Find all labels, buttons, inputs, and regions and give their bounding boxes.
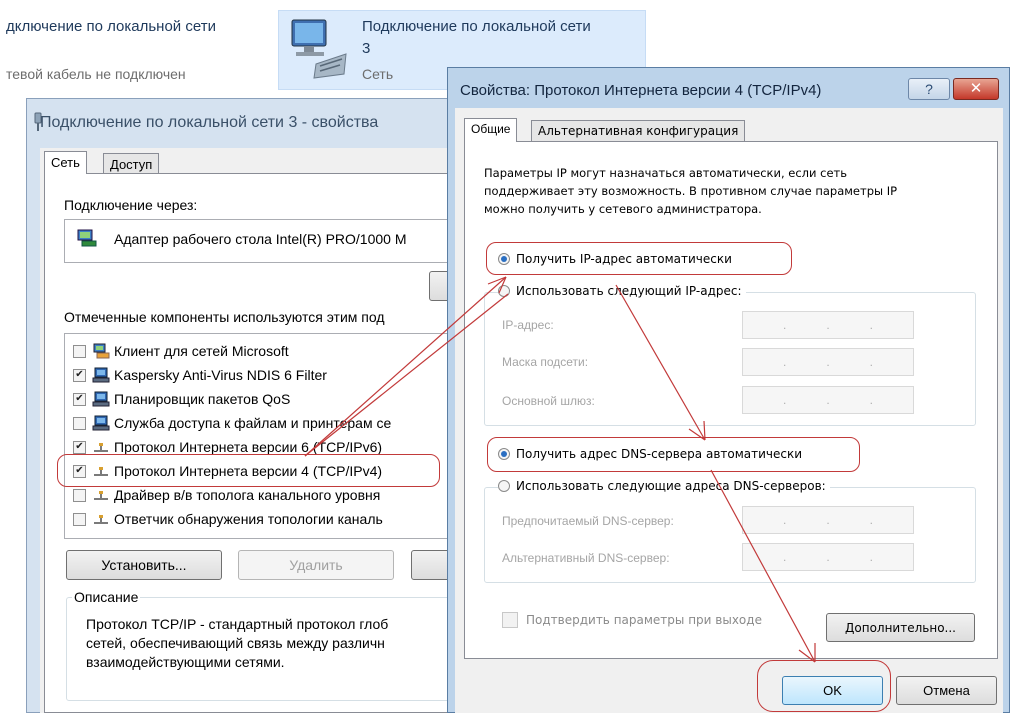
adapter-icon (77, 229, 97, 247)
tab-alternate-config[interactable]: Альтернативная конфигурация (531, 120, 746, 142)
connection-3-title: Подключение по локальной сети (362, 18, 591, 35)
radio-ip-manual-label: Использовать следующий IP-адрес: (516, 284, 742, 298)
ip-address-field: ... (742, 311, 914, 339)
help-button[interactable]: ? (908, 78, 950, 100)
component-label: Планировщик пакетов QoS (114, 391, 291, 407)
remove-button: Удалить (238, 550, 394, 580)
intro-text-1: Параметры IP могут назначаться автоматич… (484, 166, 848, 180)
tab-sharing[interactable]: Доступ (103, 153, 160, 174)
highlight-dns-auto (487, 437, 860, 472)
component-label: Служба доступа к файлам и принтерам се (114, 415, 392, 431)
preferred-dns-label: Предпочитаемый DNS-сервер: (502, 514, 674, 528)
tab-network[interactable]: Сеть (44, 151, 87, 174)
component-checkbox[interactable]: ✔ (73, 368, 86, 382)
gateway-label: Основной шлюз: (502, 394, 595, 408)
connection-3-title-number: 3 (362, 40, 371, 57)
protocol-icon (94, 491, 108, 500)
network-service-icon (92, 415, 110, 431)
dialog-title: Свойства: Протокол Интернета версии 4 (T… (460, 82, 822, 99)
tab-general[interactable]: Общие (464, 118, 518, 142)
description-text-3: взаимодействующими сетями. (86, 654, 285, 670)
component-checkbox[interactable] (73, 512, 86, 526)
component-row[interactable]: ✔ Планировщик пакетов QoS (73, 388, 290, 410)
highlight-ip-auto (486, 242, 792, 275)
alternate-dns-label: Альтернативный DNS-сервер: (502, 551, 670, 565)
radio-ip-manual[interactable]: Использовать следующий IP-адрес: (498, 284, 746, 298)
component-label: Клиент для сетей Microsoft (114, 343, 289, 359)
intro-text-3: можно получить у сетевого администратора… (484, 202, 762, 216)
radio-ip-manual-control[interactable] (498, 285, 510, 297)
component-label: Kaspersky Anti-Virus NDIS 6 Filter (114, 367, 327, 383)
component-row[interactable]: Драйвер в/в тополога канального уровня (73, 484, 380, 506)
highlight-ok-button (757, 660, 891, 712)
component-row[interactable]: Ответчик обнаружения топологии каналь (73, 508, 383, 530)
subnet-mask-label: Маска подсети: (502, 355, 589, 369)
network-service-icon (92, 391, 110, 407)
description-legend: Описание (72, 589, 141, 605)
component-row[interactable]: Клиент для сетей Microsoft (73, 340, 289, 362)
validate-label: Подтвердить параметры при выходе (526, 613, 762, 627)
gateway-field: ... (742, 386, 914, 414)
highlight-ipv4-item (57, 454, 440, 487)
intro-text-2: поддерживает эту возможность. В противно… (484, 184, 898, 198)
description-text-2: сетей, обеспечивающий связь между различ… (86, 635, 385, 651)
validate-on-exit[interactable]: Подтвердить параметры при выходе (502, 612, 762, 628)
adapter-name: Адаптер рабочего стола Intel(R) PRO/1000… (114, 231, 407, 247)
install-button[interactable]: Установить... (66, 550, 222, 580)
component-label: Протокол Интернета версии 6 (TCP/IPv6) (114, 439, 383, 455)
component-label: Ответчик обнаружения топологии каналь (114, 511, 383, 527)
component-checkbox[interactable] (73, 488, 86, 502)
connection-3-status: Сеть (362, 66, 394, 82)
advanced-button[interactable]: Дополнительно... (826, 613, 975, 642)
component-checkbox[interactable] (73, 416, 86, 430)
close-button[interactable]: ✕ (953, 78, 999, 100)
ip-address-label: IP-адрес: (502, 318, 554, 332)
connection-1-title: дключение по локальной сети (6, 18, 216, 35)
connection-1-status: тевой кабель не подключен (6, 66, 186, 82)
alternate-dns-field: ... (742, 543, 914, 571)
network-client-icon (93, 343, 110, 359)
protocol-icon (94, 515, 108, 524)
component-checkbox[interactable]: ✔ (73, 440, 86, 454)
components-label: Отмеченные компоненты используются этим … (64, 309, 385, 325)
network-connection-icon (291, 19, 347, 79)
subnet-mask-field: ... (742, 348, 914, 376)
connect-via-label: Подключение через: (64, 197, 198, 213)
component-checkbox[interactable]: ✔ (73, 392, 86, 406)
properties-window-title: Подключение по локальной сети 3 - свойст… (40, 114, 379, 131)
cancel-button[interactable]: Отмена (896, 676, 997, 705)
validate-checkbox[interactable] (502, 612, 518, 628)
component-row[interactable]: ✔ Kaspersky Anti-Virus NDIS 6 Filter (73, 364, 327, 386)
radio-dns-manual-control[interactable] (498, 480, 510, 492)
protocol-icon (94, 443, 108, 452)
components-list: Клиент для сетей Microsoft ✔ Kaspersky Ant… (64, 333, 456, 539)
radio-dns-manual-label: Использовать следующие адреса DNS-сервер… (516, 479, 826, 493)
description-text-1: Протокол TCP/IP - стандартный протокол г… (86, 616, 389, 632)
component-row[interactable]: Служба доступа к файлам и принтерам се (73, 412, 391, 434)
preferred-dns-field: ... (742, 506, 914, 534)
network-service-icon (92, 367, 110, 383)
component-label: Драйвер в/в тополога канального уровня (114, 487, 381, 503)
component-checkbox[interactable] (73, 344, 86, 358)
radio-dns-manual[interactable]: Использовать следующие адреса DNS-сервер… (498, 479, 830, 493)
